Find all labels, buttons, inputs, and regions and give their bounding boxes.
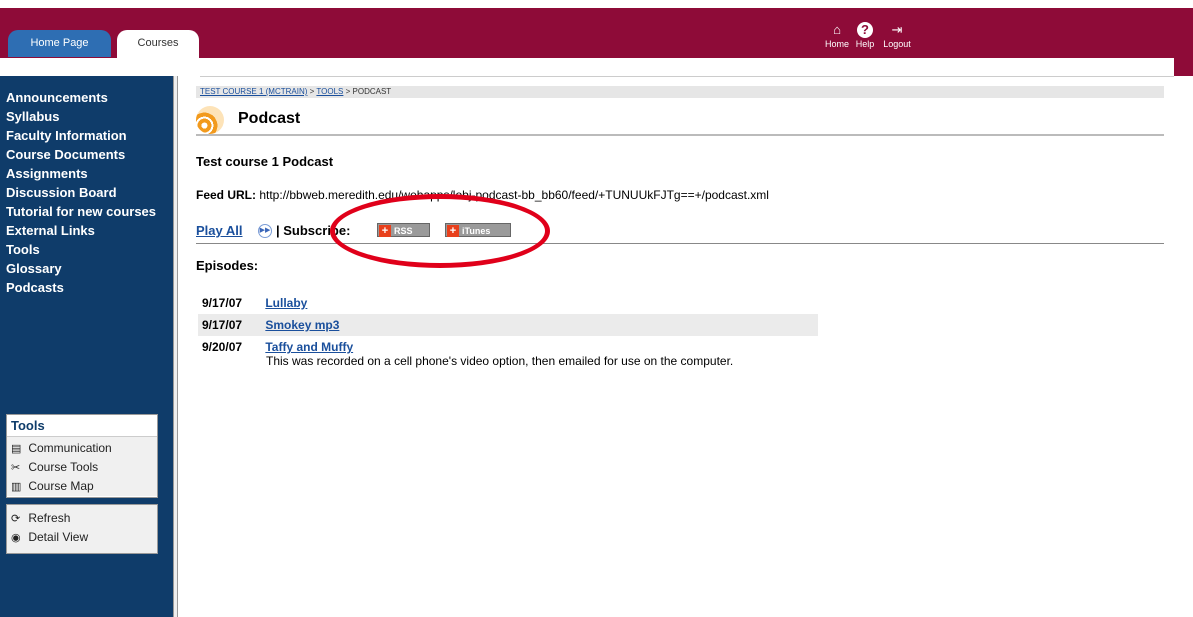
course-map-icon: ▥ bbox=[11, 481, 22, 493]
page-title-row: Podcast bbox=[196, 98, 1164, 136]
tab-courses[interactable]: Courses bbox=[117, 30, 199, 60]
tools-course-tools[interactable]: ✂ Course Tools bbox=[7, 458, 157, 477]
tools-box: Tools ▤ Communication ✂ Course Tools ▥ C… bbox=[6, 414, 158, 498]
tab-home-page[interactable]: Home Page bbox=[8, 30, 111, 57]
sidebar-item-external-links[interactable]: External Links bbox=[6, 223, 166, 238]
sidebar-item-podcasts[interactable]: Podcasts bbox=[6, 280, 166, 295]
refresh-button[interactable]: ⟳ Refresh bbox=[7, 509, 157, 528]
sidebar-item-faculty-information[interactable]: Faculty Information bbox=[6, 128, 166, 143]
episode-date: 9/17/07 bbox=[202, 318, 243, 332]
breadcrumb-course-link[interactable]: TEST COURSE 1 (MCTRAIN) bbox=[200, 87, 307, 96]
rss-label: RSS bbox=[394, 226, 413, 236]
sidebar-item-glossary[interactable]: Glossary bbox=[6, 261, 166, 276]
nav-help-button[interactable]: ? Help bbox=[850, 16, 880, 49]
subscribe-row: Play All ▶▶ | Subscribe: + RSS + iTunes bbox=[196, 221, 1164, 244]
logout-icon: ⇥ bbox=[891, 22, 903, 37]
nav-help-label: Help bbox=[855, 39, 875, 49]
episode-description: This was recorded on a cell phone's vide… bbox=[266, 354, 734, 368]
sidebar-item-course-documents[interactable]: Course Documents bbox=[6, 147, 166, 162]
help-icon: ? bbox=[857, 22, 873, 38]
nav-logout-button[interactable]: ⇥ Logout bbox=[877, 16, 917, 49]
episode-link[interactable]: Lullaby bbox=[265, 296, 307, 310]
breadcrumb-current: PODCAST bbox=[352, 87, 392, 96]
tools-course-map[interactable]: ▥ Course Map bbox=[7, 477, 157, 496]
play-icon[interactable]: ▶▶ bbox=[258, 224, 272, 238]
detail-view-button[interactable]: ◉ Detail View bbox=[7, 528, 157, 547]
feed-url-row: Feed URL: http://bbweb.meredith.edu/weba… bbox=[196, 188, 769, 202]
header-right-edge bbox=[1174, 58, 1193, 76]
episode-list: 9/17/07 Lullaby 9/17/07 Smokey mp3 9/20/… bbox=[198, 292, 818, 372]
episode-link[interactable]: Taffy and Muffy bbox=[265, 340, 353, 354]
episode-date: 9/20/07 bbox=[202, 340, 243, 354]
tools-course-map-label: Course Map bbox=[28, 479, 94, 493]
main-content: TEST COURSE 1 (MCTRAIN) > TOOLS > PODCAS… bbox=[196, 86, 1164, 368]
podcast-icon bbox=[196, 106, 224, 134]
course-menu-list: Announcements Syllabus Faculty Informati… bbox=[6, 90, 166, 299]
itunes-subscribe-button[interactable]: + iTunes bbox=[445, 223, 511, 237]
frame-divider[interactable] bbox=[173, 76, 178, 617]
feed-url-label: Feed URL: bbox=[196, 188, 256, 202]
course-menu-sidebar: Announcements Syllabus Faculty Informati… bbox=[0, 76, 173, 617]
subscribe-label: | Subscribe: bbox=[276, 223, 351, 238]
episode-date: 9/17/07 bbox=[202, 296, 243, 310]
header-subbar bbox=[200, 58, 1174, 77]
sidebar-item-syllabus[interactable]: Syllabus bbox=[6, 109, 166, 124]
actions-box: ⟳ Refresh ◉ Detail View bbox=[6, 504, 158, 554]
itunes-label: iTunes bbox=[462, 226, 491, 236]
sidebar-item-tutorial[interactable]: Tutorial for new courses bbox=[6, 204, 166, 219]
nav-home-label: Home bbox=[824, 39, 849, 49]
tools-communication-label: Communication bbox=[28, 441, 112, 455]
nav-logout-label: Logout bbox=[883, 39, 911, 49]
sidebar-item-announcements[interactable]: Announcements bbox=[6, 90, 166, 105]
sidebar-item-tools[interactable]: Tools bbox=[6, 242, 166, 257]
page-title: Podcast bbox=[238, 110, 301, 127]
breadcrumb-tools-link[interactable]: TOOLS bbox=[316, 87, 343, 96]
feed-url-value: http://bbweb.meredith.edu/webapps/lobj-p… bbox=[259, 188, 769, 202]
tools-communication[interactable]: ▤ Communication bbox=[7, 439, 157, 458]
sidebar-item-assignments[interactable]: Assignments bbox=[6, 166, 166, 181]
course-tools-icon: ✂ bbox=[11, 462, 21, 474]
tools-course-tools-label: Course Tools bbox=[28, 460, 99, 474]
home-icon: ⌂ bbox=[833, 22, 841, 37]
detail-view-icon: ◉ bbox=[11, 532, 21, 544]
communication-icon: ▤ bbox=[11, 443, 22, 455]
play-all-link[interactable]: Play All bbox=[196, 223, 242, 238]
rss-subscribe-button[interactable]: + RSS bbox=[377, 223, 430, 237]
episode-row: 9/17/07 Smokey mp3 bbox=[198, 314, 818, 336]
top-header: Home Page Courses ⌂ Home ? Help ⇥ Logout bbox=[0, 8, 1193, 60]
episodes-heading: Episodes: bbox=[196, 258, 259, 273]
nav-home-button[interactable]: ⌂ Home bbox=[820, 16, 854, 49]
plus-icon: + bbox=[379, 225, 391, 237]
episode-row: 9/20/07 Taffy and Muffy This was recorde… bbox=[198, 336, 818, 372]
breadcrumb-sep: > bbox=[343, 87, 353, 96]
episode-row: 9/17/07 Lullaby bbox=[198, 292, 818, 314]
podcast-title: Test course 1 Podcast bbox=[196, 154, 334, 169]
refresh-label: Refresh bbox=[28, 511, 71, 525]
plus-icon: + bbox=[447, 225, 459, 237]
episode-link[interactable]: Smokey mp3 bbox=[265, 318, 339, 332]
sidebar-item-discussion-board[interactable]: Discussion Board bbox=[6, 185, 166, 200]
refresh-icon: ⟳ bbox=[11, 513, 21, 525]
breadcrumb: TEST COURSE 1 (MCTRAIN) > TOOLS > PODCAS… bbox=[196, 86, 1164, 98]
detail-view-label: Detail View bbox=[28, 530, 89, 544]
tools-box-title: Tools bbox=[7, 415, 157, 437]
